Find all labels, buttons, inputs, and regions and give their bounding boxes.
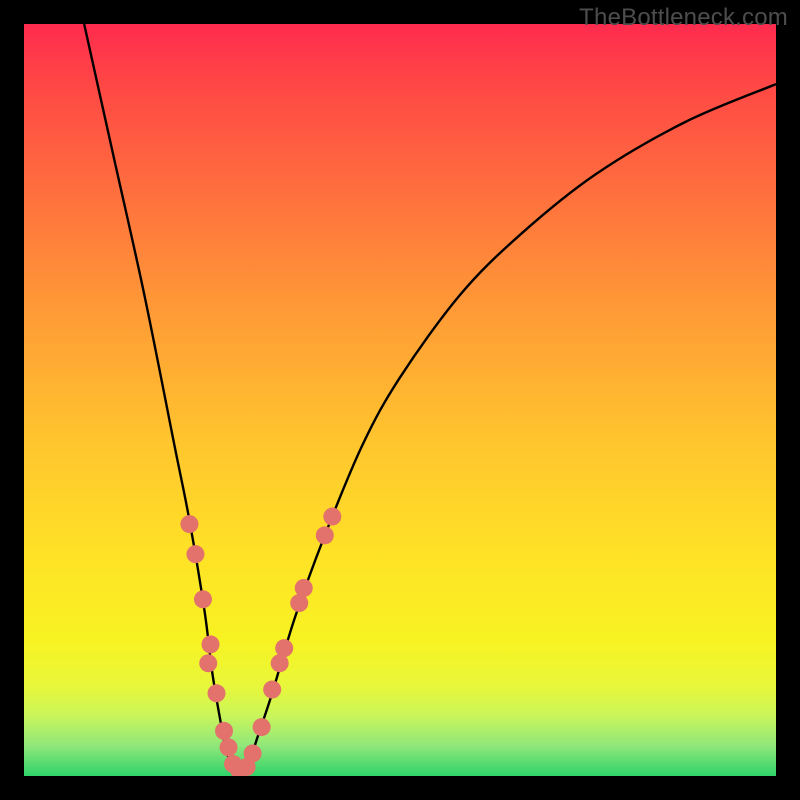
marker-dot (202, 635, 220, 653)
marker-dot (323, 508, 341, 526)
marker-dot (220, 738, 238, 756)
marker-dot (263, 681, 281, 699)
marker-dot (208, 684, 226, 702)
curve-layer (84, 24, 776, 770)
plot-area (24, 24, 776, 776)
bottleneck-curve-path (84, 24, 776, 770)
marker-dot (215, 722, 233, 740)
marker-dot (253, 718, 271, 736)
marker-dot (180, 515, 198, 533)
chart-frame: TheBottleneck.com (0, 0, 800, 800)
marker-dot (295, 579, 313, 597)
watermark-text: TheBottleneck.com (579, 4, 788, 32)
marker-dot (316, 526, 334, 544)
markers-layer (180, 508, 341, 776)
marker-dot (199, 654, 217, 672)
marker-dot (186, 545, 204, 563)
marker-dot (244, 744, 262, 762)
chart-svg (24, 24, 776, 776)
marker-dot (194, 590, 212, 608)
marker-dot (275, 639, 293, 657)
